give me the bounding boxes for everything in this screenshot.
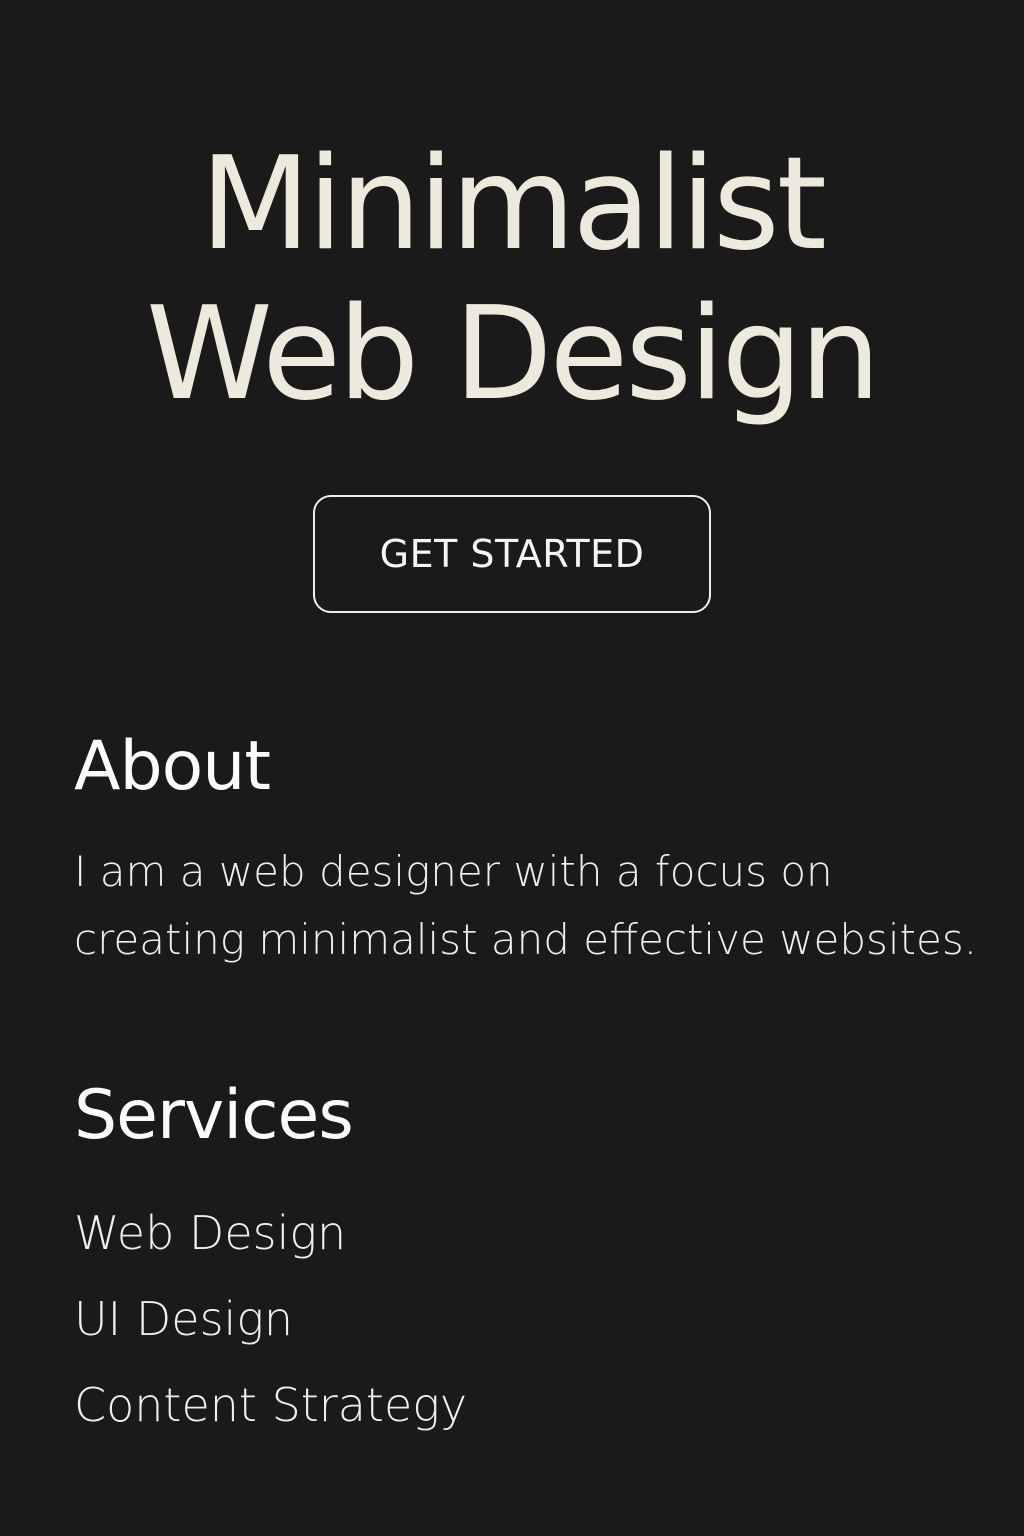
service-item-ui-design[interactable]: UI Design: [74, 1276, 467, 1362]
service-item-web-design[interactable]: Web Design: [74, 1190, 467, 1276]
about-heading: About: [74, 727, 271, 806]
get-started-button[interactable]: GET STARTED: [313, 495, 711, 613]
hero-title-line-1: Minimalist: [200, 130, 827, 279]
hero-title: Minimalist Web Design: [0, 130, 1024, 430]
service-item-content-strategy[interactable]: Content Strategy: [74, 1362, 467, 1448]
services-heading: Services: [74, 1076, 354, 1155]
hero-title-line-2: Web Design: [146, 280, 881, 429]
about-text: I am a web designer with a focus on crea…: [74, 847, 978, 964]
services-list: Web Design UI Design Content Strategy: [74, 1190, 467, 1448]
